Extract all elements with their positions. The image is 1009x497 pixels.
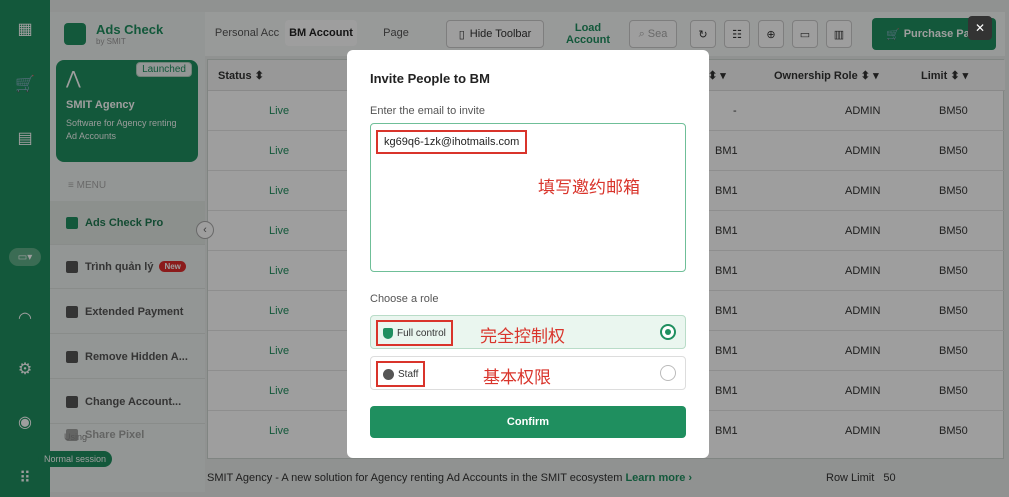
full-control-box: Full control bbox=[376, 320, 453, 346]
email-value: kg69q6-1zk@ihotmails.com bbox=[376, 130, 528, 154]
role-label: Choose a role bbox=[370, 293, 439, 305]
email-field[interactable]: kg69q6-1zk@ihotmails.com 填写邀约邮箱 bbox=[370, 123, 686, 272]
staff-label: Staff bbox=[398, 368, 419, 380]
full-control-annotation: 完全控制权 bbox=[480, 327, 565, 346]
staff-box: Staff bbox=[376, 361, 426, 387]
full-control-label: Full control bbox=[397, 327, 446, 339]
role-option-full-control[interactable]: Full control 完全控制权 bbox=[370, 315, 686, 349]
full-control-radio[interactable] bbox=[660, 324, 676, 340]
invite-modal: Invite People to BM Enter the email to i… bbox=[347, 50, 709, 458]
shield-icon bbox=[383, 327, 393, 339]
close-icon[interactable]: ✕ bbox=[968, 16, 992, 40]
staff-radio[interactable] bbox=[660, 365, 676, 381]
email-annotation: 填写邀约邮箱 bbox=[538, 178, 640, 197]
email-label: Enter the email to invite bbox=[370, 105, 485, 117]
role-option-staff[interactable]: Staff 基本权限 bbox=[370, 356, 686, 390]
staff-annotation: 基本权限 bbox=[483, 368, 551, 387]
confirm-button[interactable]: Confirm bbox=[370, 406, 686, 438]
modal-title: Invite People to BM bbox=[370, 71, 490, 86]
info-icon bbox=[383, 368, 394, 380]
